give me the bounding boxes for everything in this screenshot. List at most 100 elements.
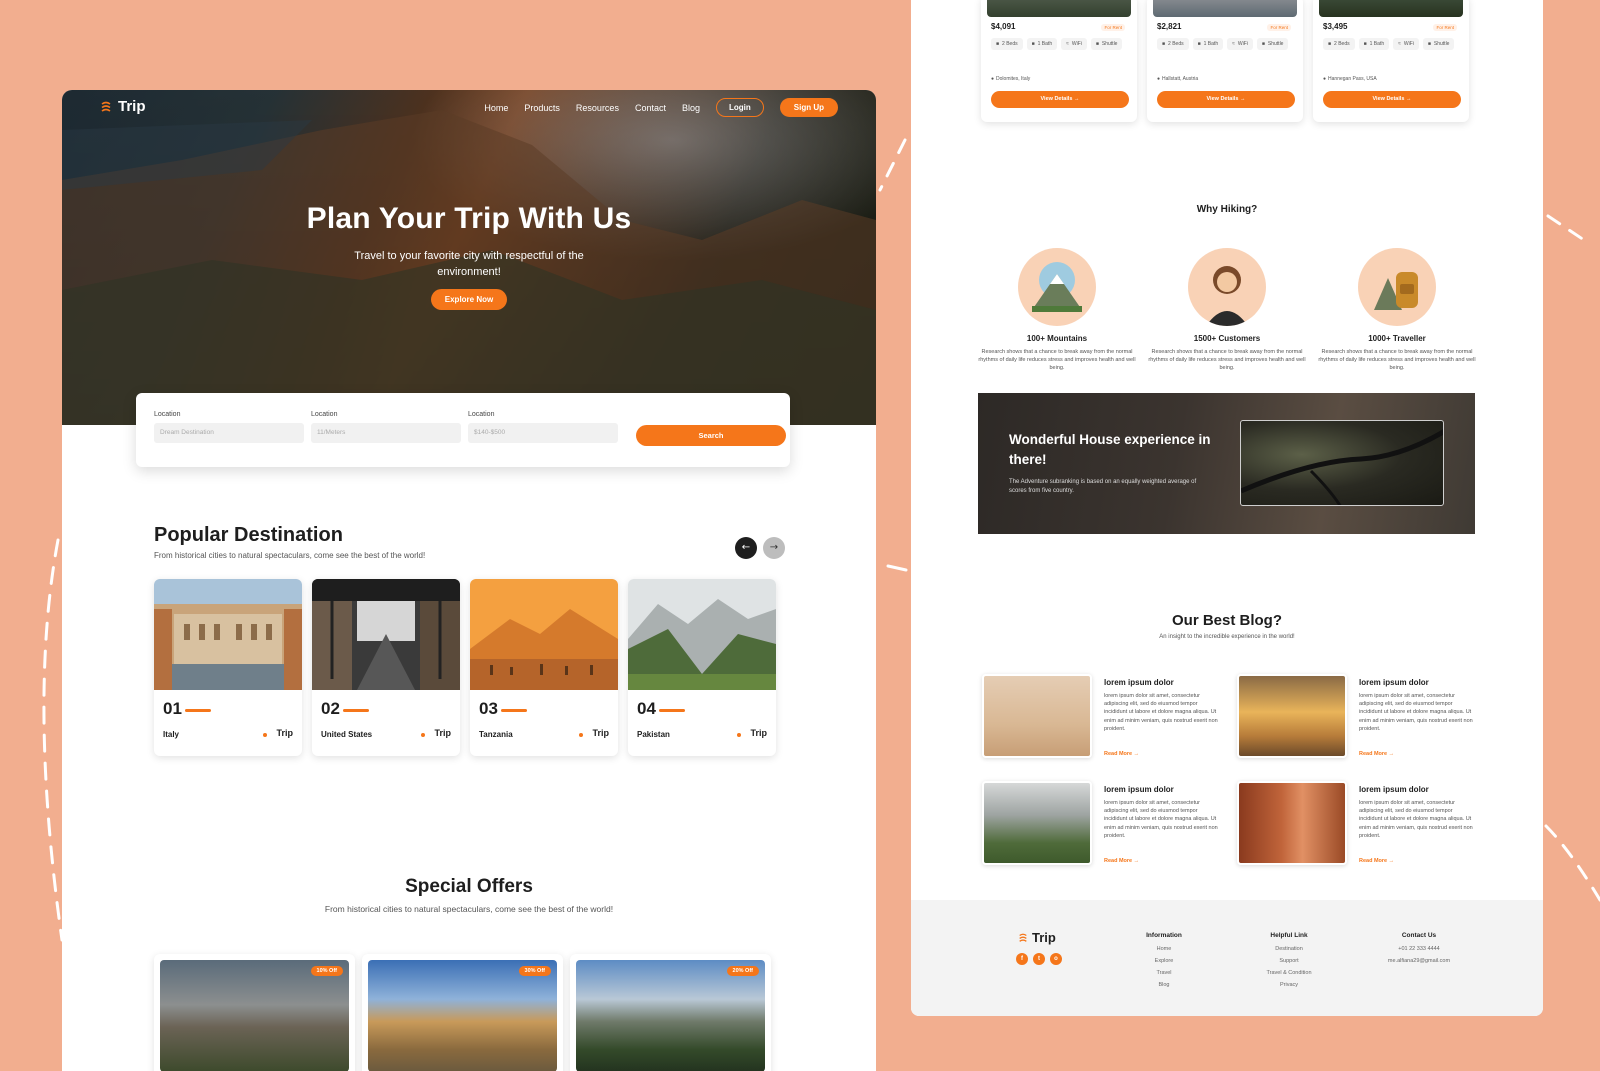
property-price: $3,495 [1323, 22, 1348, 31]
footer-brand-name: Trip [1032, 930, 1056, 945]
read-more-label: Read More [1104, 858, 1133, 864]
twitter-icon[interactable]: t [1033, 953, 1045, 965]
accent-dash [343, 709, 369, 712]
footer-link[interactable]: Travel & Condition [1249, 970, 1329, 976]
read-more-link[interactable]: Read More → [1104, 858, 1139, 864]
nav-link-products[interactable]: Products [524, 103, 560, 113]
why-item: 100+ Mountains Research shows that a cha… [978, 248, 1136, 372]
footer-link[interactable]: Explore [1129, 958, 1199, 964]
nav-link-contact[interactable]: Contact [635, 103, 666, 113]
explore-now-button[interactable]: Explore Now [430, 289, 508, 310]
arrow-right-icon: → [769, 542, 779, 553]
hero-section: Trip Home Products Resources Contact Blo… [62, 90, 876, 425]
amenity-tag: ■ Shuttle [1422, 38, 1455, 50]
mountain-icon [1032, 262, 1082, 312]
amenity-tag: ≈ WiFi [1227, 38, 1253, 50]
traveller-illustration [1358, 248, 1436, 326]
why-item: 1500+ Customers Research shows that a ch… [1148, 248, 1306, 372]
footer-link[interactable]: Blog [1129, 982, 1199, 988]
shuttle-icon: ■ [1261, 41, 1265, 47]
footer-link[interactable]: Support [1249, 958, 1329, 964]
destination-card[interactable]: 03 Tanzania Trip [470, 579, 618, 756]
destination-card[interactable]: 01 Italy Trip [154, 579, 302, 756]
banner-title: Wonderful House experience in there! [1009, 432, 1211, 467]
amenity-tags: ■ 2 Beds ■ 1 Bath ≈ WiFi ■ Shuttle [1323, 38, 1463, 50]
rent-badge: For Rent [1101, 24, 1125, 31]
read-more-link[interactable]: Read More → [1359, 751, 1394, 757]
footer-link[interactable]: Privacy [1249, 982, 1329, 988]
blog-post-excerpt: lorem ipsum dolor sit amet, consectetur … [1359, 693, 1473, 732]
property-card[interactable]: $3,495 For Rent ■ 2 Beds ■ 1 Bath ≈ WiFi ■ S… [1313, 0, 1469, 122]
blog-post[interactable]: lorem ipsum dolor lorem ipsum dolor sit … [982, 781, 1222, 871]
property-card[interactable]: $2,821 For Rent ■ 2 Beds ■ 1 Bath ≈ WiFi ■ S… [1147, 0, 1303, 122]
person-icon [1206, 266, 1248, 326]
signup-button[interactable]: Sign Up [779, 98, 838, 117]
nav-link-resources[interactable]: Resources [576, 103, 619, 113]
price-input[interactable]: $140-$500 [468, 423, 618, 443]
offer-card[interactable]: 10% Off [154, 954, 355, 1071]
footer-column-contact: Contact Us +01 22 333 4444 me.alfiana29@… [1369, 932, 1469, 970]
amenity-tag: ■ 1 Bath [1026, 38, 1058, 50]
nav-link-blog[interactable]: Blog [682, 103, 700, 113]
destination-name: Italy [163, 730, 180, 739]
offer-image: 30% Off [368, 960, 557, 1071]
read-more-link[interactable]: Read More → [1359, 858, 1394, 864]
amenity-label: Shuttle [1267, 41, 1284, 47]
blog-post[interactable]: lorem ipsum dolor lorem ipsum dolor sit … [1237, 781, 1477, 871]
property-location: ● Hallstatt, Austria [1157, 76, 1198, 82]
blog-post-title: lorem ipsum dolor [1359, 678, 1429, 687]
destination-input[interactable]: Dream Destination [154, 423, 304, 443]
accent-dot [263, 733, 267, 737]
special-offers-subtitle: From historical cities to natural specta… [324, 904, 614, 914]
blog-post[interactable]: lorem ipsum dolor lorem ipsum dolor sit … [982, 674, 1222, 764]
footer-link[interactable]: Home [1129, 946, 1199, 952]
view-details-button[interactable]: View Details → [991, 91, 1129, 108]
read-more-label: Read More [1359, 751, 1388, 757]
logo-icon [1019, 933, 1027, 942]
destination-image-tanzania [470, 579, 618, 690]
view-details-button[interactable]: View Details → [1323, 91, 1461, 108]
instagram-icon[interactable]: o [1050, 953, 1062, 965]
carousel-next-button[interactable]: → [763, 537, 785, 559]
shuttle-icon: ■ [1427, 41, 1431, 47]
wifi-icon: ≈ [1066, 41, 1069, 47]
read-more-link[interactable]: Read More → [1104, 751, 1139, 757]
why-item-description: Research shows that a chance to break aw… [1148, 349, 1306, 371]
login-button[interactable]: Login [716, 98, 764, 117]
offer-card[interactable]: 30% Off [362, 954, 563, 1071]
search-button[interactable]: Search [636, 425, 786, 446]
amenity-tags: ■ 2 Beds ■ 1 Bath ≈ WiFi ■ Shuttle [991, 38, 1131, 50]
footer-brand-logo[interactable]: Trip [1018, 930, 1056, 945]
arrow-right-icon: → [1133, 858, 1140, 864]
carousel-prev-button[interactable]: ← [735, 537, 757, 559]
location-label: Hannegan Pass, USA [1328, 76, 1377, 82]
bed-icon: ■ [996, 41, 1000, 47]
arrow-right-icon: → [1406, 96, 1412, 102]
search-field-price: Location $140-$500 [468, 411, 618, 443]
contact-email[interactable]: me.alfiana29@gmail.com [1369, 958, 1469, 964]
search-panel: Location Dream Destination Location 11/M… [136, 393, 790, 467]
search-field-destination: Location Dream Destination [154, 411, 304, 443]
view-details-button[interactable]: View Details → [1157, 91, 1295, 108]
property-card[interactable]: $4,091 For Rent ■ 2 Beds ■ 1 Bath ≈ WiFi ■ S… [981, 0, 1137, 122]
contact-phone[interactable]: +01 22 333 4444 [1369, 946, 1469, 952]
brand-logo[interactable]: Trip [100, 98, 146, 115]
banner-image-frame[interactable] [1240, 420, 1444, 506]
search-label: Location [468, 411, 495, 418]
nav-link-home[interactable]: Home [484, 103, 508, 113]
amenity-tag: ■ Shuttle [1090, 38, 1123, 50]
footer-link[interactable]: Destination [1249, 946, 1329, 952]
logo-icon [101, 101, 111, 112]
offer-card[interactable]: 20% Off [570, 954, 771, 1071]
distance-input[interactable]: 11/Meters [311, 423, 461, 443]
blog-post[interactable]: lorem ipsum dolor lorem ipsum dolor sit … [1237, 674, 1477, 764]
property-image [1319, 0, 1463, 17]
footer-link[interactable]: Travel [1129, 970, 1199, 976]
amenity-tag: ≈ WiFi [1061, 38, 1087, 50]
destination-card[interactable]: 02 United States Trip [312, 579, 460, 756]
amenity-tag: ■ Shuttle [1256, 38, 1289, 50]
destination-card[interactable]: 04 Pakistan Trip [628, 579, 776, 756]
experience-banner: Wonderful House experience in there! The… [978, 393, 1475, 534]
hero-title: Plan Your Trip With Us [306, 202, 632, 235]
facebook-icon[interactable]: f [1016, 953, 1028, 965]
